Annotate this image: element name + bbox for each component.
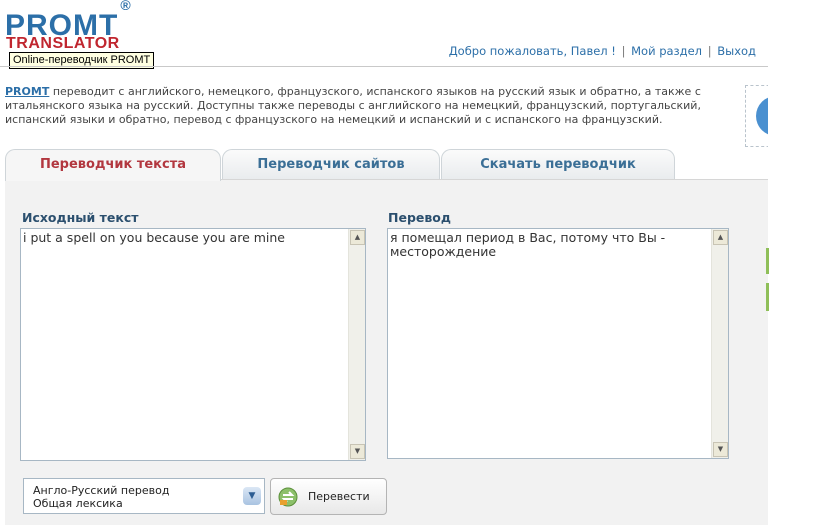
translate-icon bbox=[278, 487, 298, 507]
source-label: Исходный текст bbox=[22, 210, 139, 225]
promt-link[interactable]: PROMT bbox=[5, 85, 49, 98]
user-bar: Добро пожаловать, Павел ! | Мой раздел |… bbox=[449, 44, 756, 58]
scroll-down-icon[interactable]: ▼ bbox=[713, 442, 728, 457]
side-accent-bar bbox=[766, 248, 769, 274]
scroll-up-icon[interactable]: ▲ bbox=[713, 230, 728, 245]
direction-select[interactable]: Англо-Русский перевод Общая лексика ▼ bbox=[23, 478, 265, 514]
service-description: PROMT переводит с английского, немецкого… bbox=[5, 85, 720, 127]
header-divider bbox=[0, 66, 768, 67]
translation-text[interactable]: я помещал период в Вас, потому что Вы - … bbox=[390, 230, 665, 259]
translation-label: Перевод bbox=[388, 210, 451, 225]
translation-textarea[interactable]: я помещал период в Вас, потому что Вы - … bbox=[387, 228, 729, 459]
scroll-down-icon[interactable]: ▼ bbox=[350, 444, 365, 459]
separator: | bbox=[621, 44, 626, 58]
source-text[interactable]: i put a spell on you because you are min… bbox=[23, 230, 285, 245]
chevron-down-icon[interactable]: ▼ bbox=[243, 487, 261, 505]
source-textarea[interactable]: i put a spell on you because you are min… bbox=[20, 228, 366, 461]
direction-pair: Англо-Русский перевод bbox=[33, 484, 170, 497]
my-section-link[interactable]: Мой раздел bbox=[631, 44, 702, 58]
logout-link[interactable]: Выход bbox=[717, 44, 756, 58]
translate-button-label: Перевести bbox=[308, 490, 370, 503]
description-text: переводит с английского, немецкого, фран… bbox=[5, 85, 701, 126]
logo-translator: TRANSLATOR bbox=[6, 35, 120, 52]
direction-topic: Общая лексика bbox=[33, 497, 123, 510]
separator: | bbox=[707, 44, 712, 58]
scroll-up-icon[interactable]: ▲ bbox=[350, 230, 365, 245]
source-scrollbar[interactable]: ▲ ▼ bbox=[348, 229, 365, 460]
tab-text-translator[interactable]: Переводчик текста bbox=[5, 149, 221, 181]
translation-scrollbar[interactable]: ▲ ▼ bbox=[711, 229, 728, 458]
welcome-link[interactable]: Добро пожаловать, Павел ! bbox=[449, 44, 616, 58]
tab-download-translator[interactable]: Скачать переводчик bbox=[441, 149, 675, 179]
right-margin bbox=[768, 60, 840, 525]
side-accent-bar bbox=[766, 283, 769, 311]
translate-button[interactable]: Перевести bbox=[270, 478, 387, 515]
tab-site-translator[interactable]: Переводчик сайтов bbox=[222, 149, 440, 179]
